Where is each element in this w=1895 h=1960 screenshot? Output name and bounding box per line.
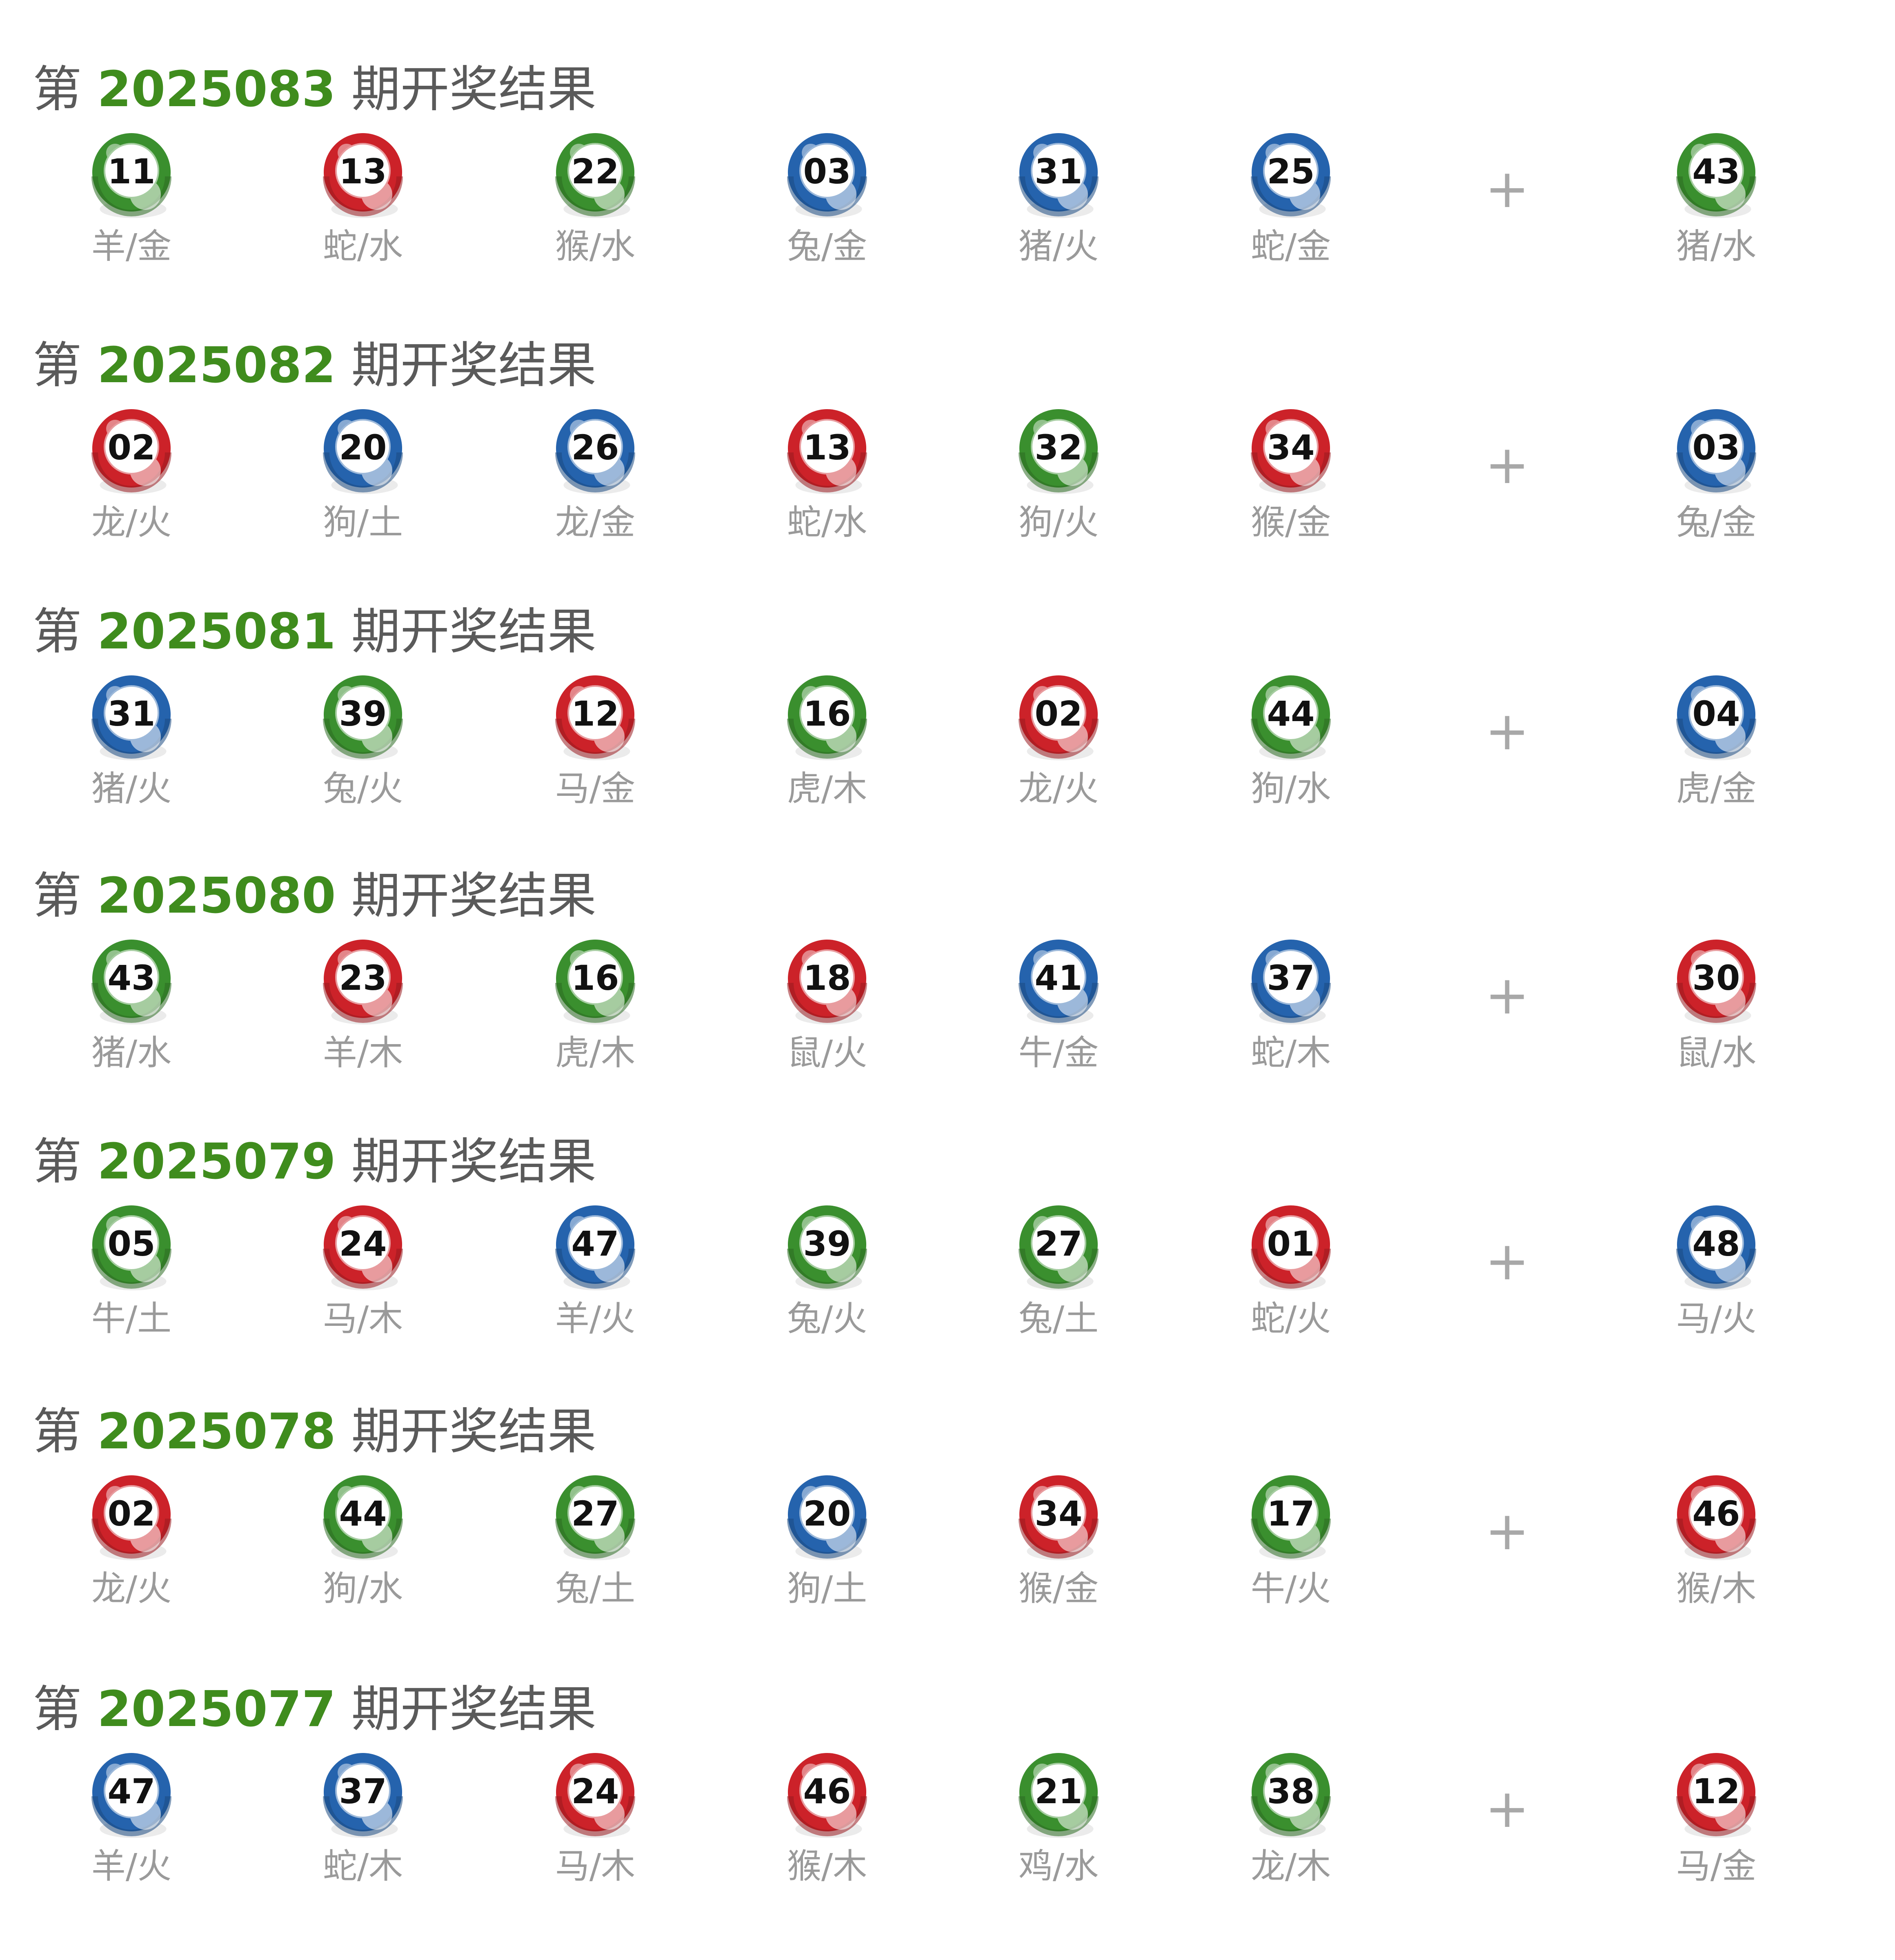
plus-icon: + [1485, 1777, 1530, 1840]
draw-result-row: 第 2025077 期开奖结果 47 羊/火 37 蛇/木 24 马/木 46 猴/木 21 鸡/水… [33, 1681, 1756, 1886]
ball-number: 37 [339, 1771, 387, 1811]
title-prefix: 第 [33, 1681, 97, 1738]
number-ball: 46 [787, 1753, 867, 1838]
ball-number: 24 [572, 1771, 619, 1811]
special-ball: 12 [1676, 1753, 1756, 1838]
draw-issue-number: 2025077 [97, 1681, 336, 1738]
zodiac-element-label: 羊/火 [91, 1846, 171, 1886]
ball-number: 46 [803, 1771, 851, 1811]
draw-results-list: 第 2025083 期开奖结果 11 羊/金 13 蛇/水 22 猴/水 03 兔/金 31 猪/火… [0, 0, 1895, 1960]
zodiac-element-label: 马/金 [1676, 1846, 1756, 1886]
number-ball: 37 [323, 1753, 403, 1838]
ball-number: 38 [1267, 1771, 1315, 1811]
zodiac-element-label: 猴/木 [787, 1846, 867, 1886]
ball-number: 21 [1035, 1771, 1083, 1811]
zodiac-element-label: 蛇/木 [323, 1846, 403, 1886]
ball-number: 47 [108, 1771, 156, 1811]
title-suffix: 期开奖结果 [336, 1681, 596, 1738]
number-ball: 38 [1251, 1753, 1331, 1838]
draw-result: 第 2025077 期开奖结果 47 羊/火 37 蛇/木 24 马/木 46 猴/木 21 鸡/水… [0, 0, 1895, 1960]
zodiac-element-label: 龙/木 [1251, 1846, 1331, 1886]
zodiac-element-label: 马/木 [555, 1846, 635, 1886]
number-ball: 21 [1019, 1753, 1099, 1838]
zodiac-element-label: 鸡/水 [1019, 1846, 1099, 1886]
number-ball: 24 [555, 1753, 635, 1838]
number-ball: 47 [91, 1753, 171, 1838]
draw-title: 第 2025077 期开奖结果 [33, 1681, 596, 1738]
ball-number: 12 [1693, 1771, 1740, 1811]
